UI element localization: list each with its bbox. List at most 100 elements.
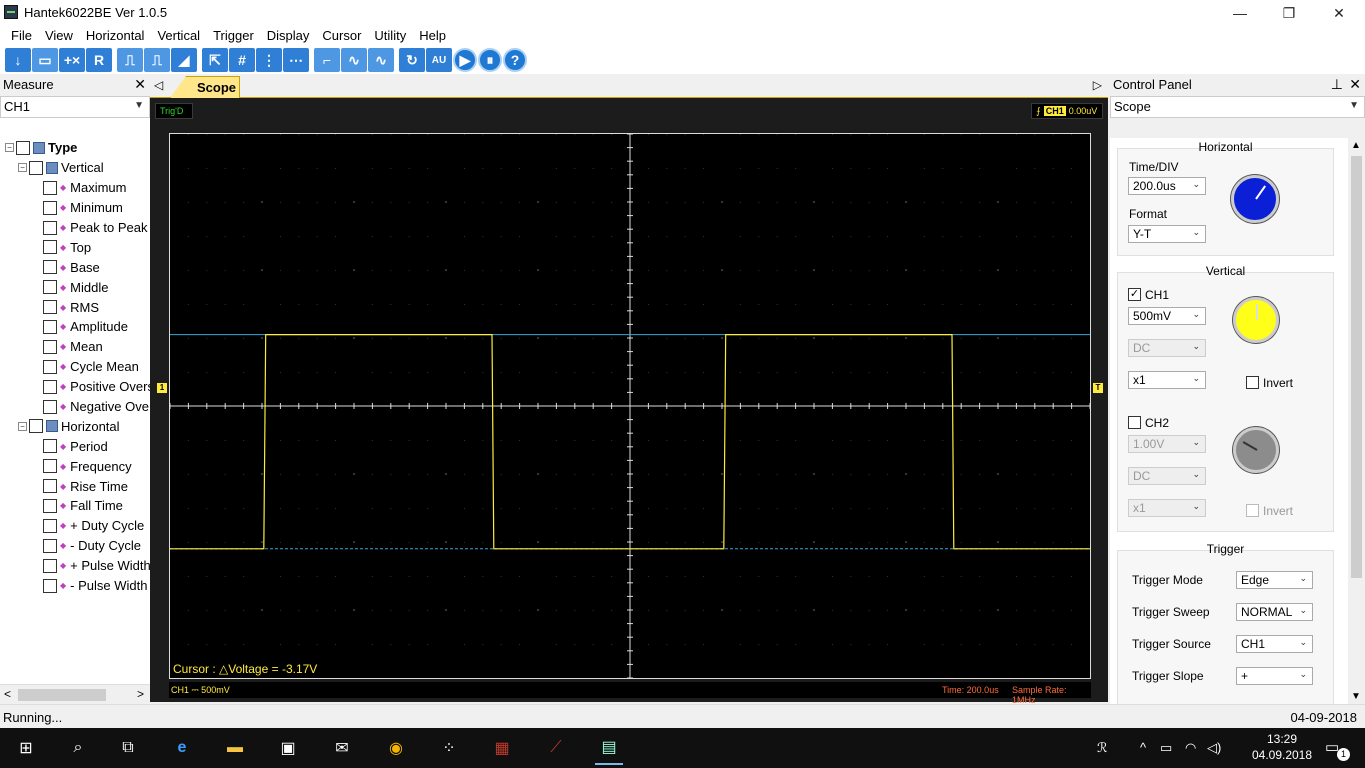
measure-item[interactable]: ◆ Peak to Peak — [0, 218, 150, 238]
checkbox[interactable] — [43, 180, 57, 195]
checkbox[interactable] — [43, 220, 57, 235]
measure-item[interactable]: ◆ Base — [0, 257, 150, 277]
ch1-checkbox[interactable]: ✓ — [1128, 288, 1141, 301]
trigger-slope-select[interactable]: + ⌄ — [1236, 667, 1313, 685]
ch1-level-marker[interactable]: 1 — [157, 383, 167, 393]
tab-scope[interactable]: Scope — [170, 76, 240, 98]
ch2-volts-knob[interactable] — [1233, 427, 1279, 473]
wifi-icon[interactable]: ◠ — [1185, 740, 1196, 756]
tree-group-vertical[interactable]: − Vertical — [0, 158, 150, 178]
menu-display[interactable]: Display — [261, 26, 317, 46]
measure-item[interactable]: ◆ Positive Overs — [0, 377, 150, 397]
measure-item[interactable]: ◆ Top — [0, 237, 150, 257]
ltspice-icon[interactable]: ⟋ — [542, 734, 570, 762]
measure-item[interactable]: ◆ Amplitude — [0, 317, 150, 337]
dots-button[interactable]: ⋮ — [256, 48, 282, 72]
measure-item[interactable]: ◆ + Duty Cycle — [0, 516, 150, 536]
checkbox[interactable] — [43, 359, 57, 374]
menu-horizontal[interactable]: Horizontal — [80, 26, 152, 46]
store-icon[interactable]: ▣ — [274, 734, 302, 762]
checkbox[interactable] — [43, 459, 57, 474]
edge-browser-icon[interactable]: e — [168, 734, 196, 762]
math-button[interactable]: +× — [59, 48, 85, 72]
cursor-mode-button[interactable]: ⇱ — [202, 48, 228, 72]
checkbox[interactable] — [43, 319, 57, 334]
measure-item[interactable]: ◆ Fall Time — [0, 496, 150, 516]
help-button[interactable]: ? — [503, 48, 527, 72]
scroll-right-icon[interactable]: > — [137, 687, 144, 701]
menu-file[interactable]: File — [5, 26, 39, 46]
minimize-button[interactable]: — — [1217, 0, 1263, 26]
timediv-select[interactable]: 200.0us ⌄ — [1128, 177, 1206, 195]
timebase-knob[interactable] — [1231, 175, 1279, 223]
collapse-icon[interactable]: − — [18, 163, 27, 173]
file-explorer-icon[interactable]: ▬ — [221, 734, 249, 762]
close-icon[interactable]: ✕ — [1349, 76, 1361, 93]
fft-button[interactable]: ◢ — [171, 48, 197, 72]
format-select[interactable]: Y-T ⌄ — [1128, 225, 1206, 243]
maximize-button[interactable]: ❐ — [1266, 0, 1312, 26]
checkbox[interactable] — [43, 518, 57, 533]
checkbox[interactable] — [43, 538, 57, 553]
measure-item[interactable]: ◆ Negative Ove — [0, 397, 150, 417]
scroll-thumb[interactable] — [1351, 156, 1362, 578]
tab-scroll-left-icon[interactable]: ◁ — [154, 78, 163, 92]
checkbox[interactable] — [29, 160, 43, 175]
horizontal-scrollbar[interactable]: < > — [0, 684, 150, 704]
trigger-source-select[interactable]: CH1 ⌄ — [1236, 635, 1313, 653]
checkbox[interactable] — [43, 578, 57, 593]
control-panel-scrollbar[interactable]: ▲ ▼ — [1348, 138, 1365, 704]
menu-trigger[interactable]: Trigger — [207, 26, 261, 46]
print-button[interactable]: ▭ — [32, 48, 58, 72]
checkbox[interactable] — [43, 300, 57, 315]
checkbox[interactable] — [43, 558, 57, 573]
close-icon[interactable]: ✕ — [134, 76, 146, 93]
auto-set-button[interactable]: AU — [426, 48, 452, 72]
scroll-thumb[interactable] — [18, 689, 106, 701]
menu-cursor[interactable]: Cursor — [316, 26, 368, 46]
collapse-icon[interactable]: − — [18, 421, 27, 431]
ch2-checkbox[interactable] — [1128, 416, 1141, 429]
close-button[interactable]: ✕ — [1316, 0, 1362, 26]
waveform-plot[interactable]: Cursor : △Voltage = -3.17V — [169, 133, 1091, 679]
menu-utility[interactable]: Utility — [368, 26, 413, 46]
trigger-sweep-select[interactable]: NORMAL ⌄ — [1236, 603, 1313, 621]
taskbar-clock[interactable]: 13:29 04.09.2018 — [1247, 731, 1317, 763]
tree-group-horizontal[interactable]: − Horizontal — [0, 416, 150, 436]
ch1-probe-select[interactable]: x1 ⌄ — [1128, 371, 1206, 389]
run-button[interactable]: ▶ — [453, 48, 477, 72]
scroll-left-icon[interactable]: < — [4, 687, 11, 701]
search-icon[interactable]: ⌕ — [64, 734, 92, 762]
checkbox[interactable] — [43, 439, 57, 454]
tab-scroll-right-icon[interactable]: ▷ — [1093, 78, 1102, 92]
control-mode-select[interactable]: Scope ▼ — [1110, 96, 1365, 118]
checkbox[interactable] — [43, 379, 57, 394]
measure-item[interactable]: ◆ + Pulse Width — [0, 556, 150, 576]
checkbox[interactable] — [43, 399, 57, 414]
checkbox[interactable] — [43, 240, 57, 255]
scroll-up-icon[interactable]: ▲ — [1351, 140, 1361, 151]
task-view-icon[interactable]: ⧉ — [114, 734, 142, 762]
grid-button[interactable]: # — [229, 48, 255, 72]
measure-item[interactable]: ◆ Period — [0, 436, 150, 456]
checkbox[interactable] — [43, 339, 57, 354]
wave-button[interactable]: ∿ — [341, 48, 367, 72]
chrome-icon[interactable]: ◉ — [382, 734, 410, 762]
step-button[interactable]: ⌐ — [314, 48, 340, 72]
trigger-mode-select[interactable]: Edge ⌄ — [1236, 571, 1313, 589]
collapse-icon[interactable]: − — [5, 143, 14, 153]
ch1-invert-checkbox[interactable] — [1246, 376, 1259, 389]
people-icon[interactable]: ℛ — [1097, 740, 1107, 756]
tree-root[interactable]: − Type — [0, 138, 150, 158]
audio-app-icon[interactable]: ▦ — [488, 734, 516, 762]
sine-button[interactable]: ∿ — [368, 48, 394, 72]
measure-item[interactable]: ◆ Cycle Mean — [0, 357, 150, 377]
battery-icon[interactable]: ▭ — [1160, 740, 1172, 756]
checkbox[interactable] — [43, 200, 57, 215]
ch1-volts-knob[interactable] — [1233, 297, 1279, 343]
save-waveform-button[interactable]: ↓ — [5, 48, 31, 72]
measure-item[interactable]: ◆ - Pulse Width — [0, 576, 150, 596]
pin-icon[interactable]: ⊥ — [1331, 76, 1343, 93]
scroll-down-icon[interactable]: ▼ — [1351, 691, 1361, 702]
menu-vertical[interactable]: Vertical — [151, 26, 207, 46]
